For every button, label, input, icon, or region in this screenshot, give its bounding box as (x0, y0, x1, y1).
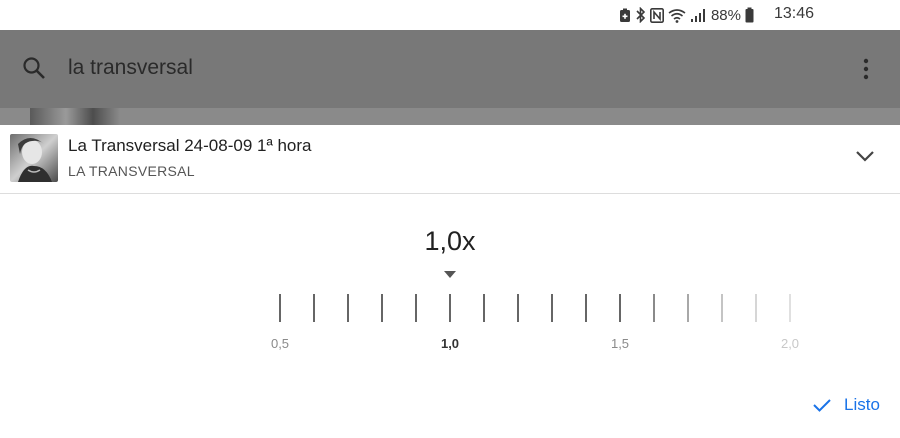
speed-label: 1,0 (440, 336, 460, 351)
bluetooth-icon (636, 7, 646, 23)
signal-icon (690, 8, 705, 22)
speed-tick[interactable] (415, 294, 417, 322)
speed-label: 1,5 (610, 336, 630, 351)
result-thumbnail (30, 108, 120, 125)
speed-tick[interactable] (381, 294, 383, 322)
dimmed-background[interactable]: la transversal (0, 30, 900, 125)
episode-thumbnail (10, 134, 58, 182)
speed-tick[interactable] (313, 294, 315, 322)
speed-tick[interactable] (687, 294, 689, 322)
speed-tick[interactable] (619, 294, 621, 322)
speed-tick[interactable] (755, 294, 757, 322)
mini-player[interactable]: La Transversal 24-08-09 1ª hora LA TRANS… (0, 125, 900, 194)
speed-tick[interactable] (449, 294, 451, 322)
speed-tick[interactable] (517, 294, 519, 322)
playback-speed-sheet: La Transversal 24-08-09 1ª hora LA TRANS… (0, 125, 900, 438)
battery-saver-icon (619, 8, 630, 22)
speed-tick[interactable] (551, 294, 553, 322)
speed-tick[interactable] (279, 294, 281, 322)
speed-tick[interactable] (721, 294, 723, 322)
speed-tick[interactable] (653, 294, 655, 322)
speed-tick[interactable] (347, 294, 349, 322)
speed-tick[interactable] (789, 294, 791, 322)
speed-label: 2,0 (780, 336, 800, 351)
battery-percent: 88% (710, 6, 741, 24)
speed-pointer (444, 271, 456, 278)
done-button[interactable]: Listo (812, 393, 880, 417)
results-strip (0, 108, 900, 125)
search-icon[interactable] (22, 56, 46, 80)
search-bar[interactable]: la transversal (0, 30, 900, 108)
nfc-icon (649, 7, 664, 23)
overflow-menu-icon[interactable] (858, 58, 874, 80)
speed-tick[interactable] (585, 294, 587, 322)
search-query[interactable]: la transversal (68, 56, 193, 80)
speed-tick[interactable] (483, 294, 485, 322)
podcast-name: LA TRANSVERSAL (68, 163, 195, 179)
done-label: Listo (844, 395, 880, 414)
status-bar: 88% 13:46 (0, 0, 900, 30)
battery-icon (745, 7, 754, 23)
chevron-down-icon[interactable] (854, 149, 876, 163)
check-icon (813, 399, 831, 412)
wifi-icon (668, 8, 686, 23)
status-icons: 88% (619, 6, 754, 24)
current-speed: 1,0x (424, 226, 476, 256)
status-time: 13:46 (773, 5, 814, 22)
episode-title: La Transversal 24-08-09 1ª hora (68, 136, 312, 155)
speed-label: 0,5 (270, 336, 290, 351)
